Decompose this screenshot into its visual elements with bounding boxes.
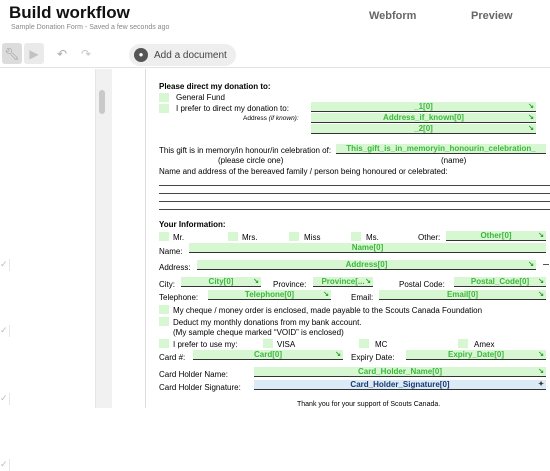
toolbar: 🔧︎ ▶ ↶ ↷ ● Add a document xyxy=(0,40,550,68)
tab-webform[interactable]: Webform xyxy=(369,10,416,22)
redo-icon[interactable]: ↷ xyxy=(76,43,96,64)
save-status: Sample Donation Form - Saved a few secon… xyxy=(11,24,170,31)
direct-heading: Please direct my donation to: xyxy=(159,82,271,91)
telephone-label: Telephone: xyxy=(159,293,199,302)
document-page: Please direct my donation to: General Fu… xyxy=(145,69,550,408)
lock-icon: ● xyxy=(134,48,148,62)
amex-label: Amex xyxy=(474,340,495,349)
scrollbar-thumb[interactable] xyxy=(99,90,105,114)
province-label: Province: xyxy=(273,280,307,289)
prefer-use-label: I prefer to use my: xyxy=(173,340,238,349)
blank-line xyxy=(159,193,550,194)
mc-checkbox[interactable] xyxy=(359,339,369,348)
prefer-direct-checkbox[interactable] xyxy=(159,104,169,113)
city-label: City: xyxy=(159,280,175,289)
blank-line xyxy=(159,209,550,210)
mr-label: Mr. xyxy=(173,233,185,242)
field-1[interactable]: _1[0] ↘ xyxy=(311,102,536,112)
undo-icon[interactable]: ↶ xyxy=(52,43,72,64)
other-label: Other: xyxy=(418,233,441,242)
cheque-text: My cheque / money order is enclosed, mad… xyxy=(173,306,483,315)
general-fund-checkbox[interactable] xyxy=(159,93,169,102)
wrench-icon[interactable]: 🔧︎ xyxy=(2,43,22,64)
blank-line xyxy=(159,201,550,202)
your-info-heading: Your Information: xyxy=(159,220,226,229)
check-icon: ✓ xyxy=(0,393,10,405)
app-header: Build workflow Sample Donation Form - Sa… xyxy=(0,0,550,40)
scrollbar[interactable] xyxy=(95,69,112,408)
amex-checkbox[interactable] xyxy=(458,339,468,348)
field-2[interactable]: _2[0] ↘ xyxy=(311,124,536,134)
mrs-label: Mrs. xyxy=(242,233,258,242)
field-signature[interactable]: Card_Holder_Signature[0] ✦ xyxy=(254,380,546,390)
card-label: Card #: xyxy=(159,353,186,362)
left-panel: ✓ ✓ ✓ ✓ xyxy=(0,69,17,471)
field-postal-code[interactable]: Postal_Code[0] ↘ xyxy=(454,277,546,287)
email-label: Email: xyxy=(351,293,374,302)
memory-text: This gift is in memory/in honour/in cele… xyxy=(159,146,332,155)
check-icon: ✓ xyxy=(0,459,10,471)
field-address-if-known[interactable]: Address_if_known[0] ↘ xyxy=(311,113,536,123)
field-name[interactable]: Name[0] xyxy=(189,243,546,253)
expiry-label: Expiry Date: xyxy=(351,353,395,362)
page-title: Build workflow xyxy=(9,3,130,22)
field-holder-name[interactable]: Card_Holder_Name[0] ↘ xyxy=(254,367,546,377)
circle-one-caption: (please circle one) xyxy=(218,156,284,165)
field-card[interactable]: Card[0] ↘ xyxy=(193,350,343,360)
field-telephone[interactable]: Telephone[0] ↘ xyxy=(208,290,331,300)
add-document-button[interactable]: ● Add a document xyxy=(129,44,236,66)
holder-label: Card Holder Name: xyxy=(159,370,228,379)
play-icon[interactable]: ▶ xyxy=(24,43,44,64)
deduct-text: Deduct my monthly donations from my bank… xyxy=(173,318,362,327)
thanks-text: Thank you for your support of Scouts Can… xyxy=(297,401,441,408)
check-icon: ✓ xyxy=(0,325,10,337)
ms-label: Ms. xyxy=(366,233,379,242)
check-icon: ✓ xyxy=(0,259,10,271)
visa-checkbox[interactable] xyxy=(263,339,273,348)
field-province[interactable]: Province[... ↘ xyxy=(313,277,373,287)
field-other[interactable]: Other[0] ↘ xyxy=(446,231,546,241)
tab-preview[interactable]: Preview xyxy=(471,10,513,22)
field-address[interactable]: Address[0] ↘ xyxy=(197,260,536,270)
visa-label: VISA xyxy=(277,340,296,349)
field-email[interactable]: Email[0] ↘ xyxy=(379,290,546,300)
signature-label: Card Holder Signature: xyxy=(159,383,241,392)
blank-line xyxy=(159,185,550,186)
name-caption: (name) xyxy=(441,156,467,165)
name-label: Name: xyxy=(159,247,183,256)
address-if-known-label: Address (if known): xyxy=(243,115,299,122)
field-city[interactable]: City[0] ↘ xyxy=(181,277,261,287)
void-text: (My sample cheque marked “VOID” is enclo… xyxy=(173,328,344,337)
field-expiry[interactable]: Expiry_Date[0] ↘ xyxy=(406,350,546,360)
address-label: Address: xyxy=(159,263,191,272)
postal-code-label: Postal Code: xyxy=(399,280,445,289)
page-edge-mark xyxy=(543,264,549,265)
mc-label: MC xyxy=(375,340,388,349)
bereaved-text: Name and address of the bereaved family … xyxy=(159,167,448,176)
prefer-use-checkbox[interactable] xyxy=(159,339,169,348)
mrs-checkbox[interactable] xyxy=(228,232,238,241)
miss-label: Miss xyxy=(304,233,321,242)
deduct-checkbox[interactable] xyxy=(159,317,169,326)
general-fund-label: General Fund xyxy=(176,93,225,102)
miss-checkbox[interactable] xyxy=(289,232,299,241)
add-document-label: Add a document xyxy=(154,49,227,61)
mr-checkbox[interactable] xyxy=(159,232,169,241)
field-memory[interactable]: This_gift_is_in_memoryin_honourin_celebr… xyxy=(336,144,546,154)
cheque-checkbox[interactable] xyxy=(159,305,169,314)
prefer-direct-label: I prefer to direct my donation to: xyxy=(176,104,289,113)
ms-checkbox[interactable] xyxy=(351,232,361,241)
